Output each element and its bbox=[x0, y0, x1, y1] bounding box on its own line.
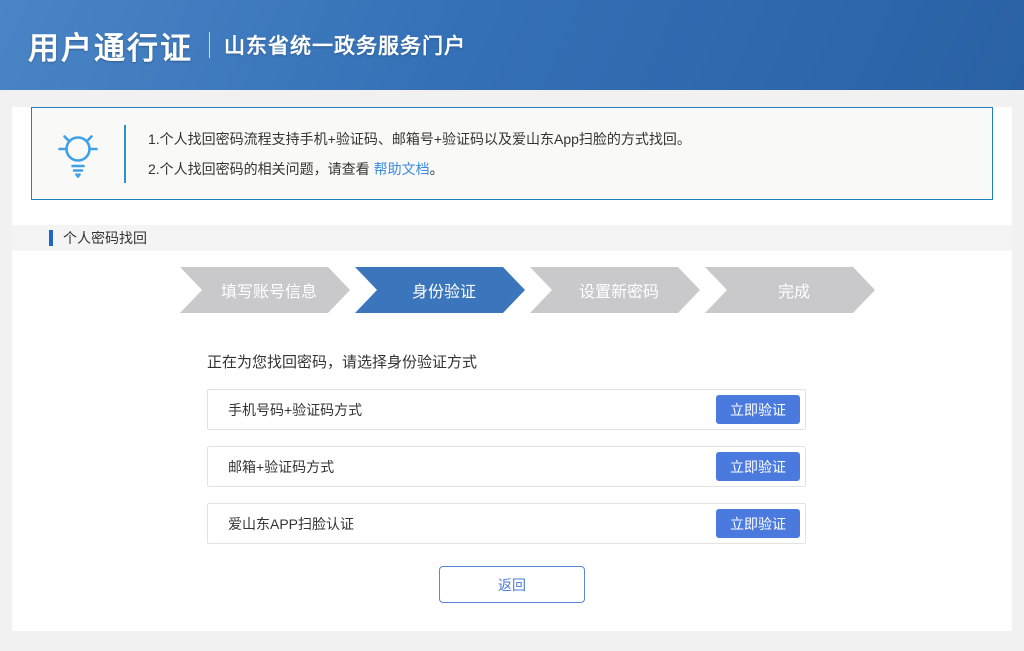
verify-now-button-email[interactable]: 立即验证 bbox=[716, 452, 800, 481]
notice-line-2-text: 2.个人找回密码的相关问题，请查看 bbox=[148, 161, 374, 177]
site-subtitle: 山东省统一政务服务门户 bbox=[224, 30, 466, 60]
notice-divider bbox=[124, 125, 126, 183]
notice-line-2-period: 。 bbox=[430, 161, 444, 177]
verification-options: 手机号码+验证码方式 立即验证 邮箱+验证码方式 立即验证 爱山东APP扫脸认证… bbox=[207, 389, 806, 544]
step-identity-verification: 身份验证 bbox=[355, 267, 525, 313]
step-complete: 完成 bbox=[705, 267, 875, 313]
title-divider bbox=[209, 32, 210, 58]
option-label-app-face: 爱山东APP扫脸认证 bbox=[228, 514, 716, 534]
site-title: 用户通行证 bbox=[28, 23, 193, 68]
notice-line-2: 2.个人找回密码的相关问题，请查看 帮助文档。 bbox=[148, 154, 691, 184]
step-indicator: 填写账号信息 身份验证 设置新密码 完成 bbox=[180, 267, 1012, 313]
step-set-new-password: 设置新密码 bbox=[530, 267, 700, 313]
verify-now-button-app-face[interactable]: 立即验证 bbox=[716, 509, 800, 538]
section-title-bar: 个人密码找回 bbox=[12, 225, 1012, 251]
option-row-app-face: 爱山东APP扫脸认证 立即验证 bbox=[207, 503, 806, 544]
section-title: 个人密码找回 bbox=[63, 228, 147, 248]
verify-now-button-phone[interactable]: 立即验证 bbox=[716, 395, 800, 424]
option-row-phone: 手机号码+验证码方式 立即验证 bbox=[207, 389, 806, 430]
header-banner: 用户通行证 山东省统一政务服务门户 bbox=[0, 0, 1024, 90]
notice-box: 1.个人找回密码流程支持手机+验证码、邮箱号+验证码以及爱山东App扫脸的方式找… bbox=[31, 107, 993, 200]
option-label-phone: 手机号码+验证码方式 bbox=[228, 400, 716, 420]
notice-text: 1.个人找回密码流程支持手机+验证码、邮箱号+验证码以及爱山东App扫脸的方式找… bbox=[148, 124, 691, 184]
back-button-wrap: 返回 bbox=[12, 566, 1012, 603]
lightbulb-icon bbox=[32, 128, 124, 180]
notice-line-1: 1.个人找回密码流程支持手机+验证码、邮箱号+验证码以及爱山东App扫脸的方式找… bbox=[148, 124, 691, 154]
step-fill-account-info: 填写账号信息 bbox=[180, 267, 350, 313]
verification-prompt: 正在为您找回密码，请选择身份验证方式 bbox=[207, 353, 1012, 373]
content-card: 1.个人找回密码流程支持手机+验证码、邮箱号+验证码以及爱山东App扫脸的方式找… bbox=[12, 107, 1012, 631]
section-accent-bar bbox=[49, 230, 53, 246]
back-button[interactable]: 返回 bbox=[439, 566, 585, 603]
help-doc-link[interactable]: 帮助文档 bbox=[374, 161, 430, 177]
option-row-email: 邮箱+验证码方式 立即验证 bbox=[207, 446, 806, 487]
option-label-email: 邮箱+验证码方式 bbox=[228, 457, 716, 477]
